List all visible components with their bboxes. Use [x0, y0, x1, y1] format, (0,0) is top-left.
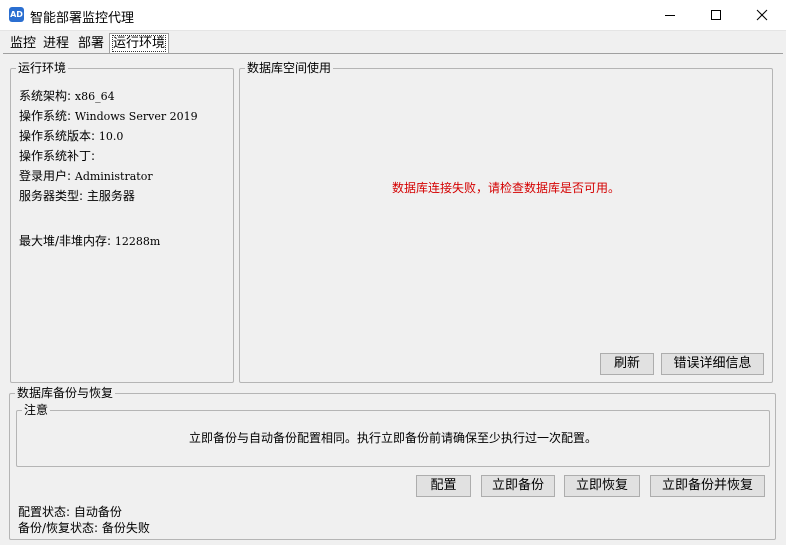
notice-group: 注意 立即备份与自动备份配置相同。执行立即备份前请确保至少执行过一次配置。	[16, 403, 770, 467]
maximize-button[interactable]	[693, 0, 739, 30]
config-status: 配置状态: 自动备份	[18, 505, 122, 519]
runtime-env-group-title: 运行环境	[16, 61, 69, 75]
tab-monitor[interactable]: 监控	[7, 35, 39, 54]
config-button[interactable]: 配置	[416, 475, 471, 497]
backup-now-button[interactable]: 立即备份	[481, 475, 555, 497]
tab-label: 监控	[10, 36, 37, 51]
backup-restore-group: 数据库备份与恢复 注意 立即备份与自动备份配置相同。执行立即备份前请确保至少执行…	[9, 386, 776, 540]
os-row: 操作系统: Windows Server 2019	[19, 107, 198, 124]
heap-value: 12288m	[114, 235, 161, 248]
tab-process[interactable]: 进程	[40, 35, 72, 54]
minimize-button[interactable]	[647, 0, 693, 30]
arch-row: 系统架构: x86_64	[19, 87, 115, 104]
tab-label: 运行环境	[111, 35, 167, 52]
app-window: AD 智能部署监控代理 监控 进程 部署 运行环境 运行环境 系统架构: x86…	[0, 0, 786, 545]
os-patch-label: 操作系统补丁:	[19, 149, 96, 163]
backup-restore-group-title: 数据库备份与恢复	[15, 386, 116, 400]
arch-label: 系统架构:	[19, 89, 72, 103]
tab-bar: 监控 进程 部署 运行环境	[0, 32, 786, 54]
backup-and-restore-button[interactable]: 立即备份并恢复	[650, 475, 765, 497]
runtime-env-group: 运行环境 系统架构: x86_64 操作系统: Windows Server 2…	[10, 61, 234, 383]
user-row: 登录用户: Administrator	[19, 167, 153, 184]
os-version-label: 操作系统版本:	[19, 129, 96, 143]
os-value: Windows Server 2019	[74, 110, 198, 123]
maximize-icon	[711, 10, 721, 20]
tab-label: 进程	[43, 36, 70, 51]
os-label: 操作系统:	[19, 109, 72, 123]
user-label: 登录用户:	[19, 169, 72, 183]
server-type-value: 主服务器	[86, 189, 135, 203]
os-patch-row: 操作系统补丁:	[19, 147, 95, 164]
title-bar[interactable]: AD 智能部署监控代理	[0, 0, 786, 31]
error-detail-button[interactable]: 错误详细信息	[661, 353, 764, 375]
heap-row: 最大堆/非堆内存: 12288m	[19, 232, 160, 249]
tab-deploy[interactable]: 部署	[75, 35, 107, 54]
close-icon	[756, 9, 768, 21]
notice-text: 立即备份与自动备份配置相同。执行立即备份前请确保至少执行过一次配置。	[188, 431, 597, 445]
tab-runtime-env[interactable]: 运行环境	[109, 33, 170, 54]
minimize-icon	[665, 15, 675, 16]
arch-value: x86_64	[74, 90, 115, 103]
tab-label: 部署	[78, 36, 105, 51]
heap-label: 最大堆/非堆内存:	[19, 234, 112, 248]
db-error-message: 数据库连接失败，请检查数据库是否可用。	[391, 181, 620, 195]
window-title: 智能部署监控代理	[30, 11, 135, 26]
notice-group-title: 注意	[22, 403, 51, 417]
os-version-row: 操作系统版本: 10.0	[19, 127, 123, 144]
user-value: Administrator	[74, 170, 153, 183]
db-space-group: 数据库空间使用 数据库连接失败，请检查数据库是否可用。 刷新 错误详细信息	[239, 61, 773, 383]
server-type-row: 服务器类型: 主服务器	[19, 187, 135, 204]
backup-status: 备份/恢复状态: 备份失败	[18, 521, 150, 535]
app-logo-icon: AD	[9, 7, 24, 22]
db-space-group-title: 数据库空间使用	[245, 61, 334, 75]
server-type-label: 服务器类型:	[19, 189, 84, 203]
close-button[interactable]	[739, 0, 785, 30]
os-version-value: 10.0	[98, 130, 124, 143]
restore-now-button[interactable]: 立即恢复	[564, 475, 640, 497]
refresh-button[interactable]: 刷新	[600, 353, 654, 375]
